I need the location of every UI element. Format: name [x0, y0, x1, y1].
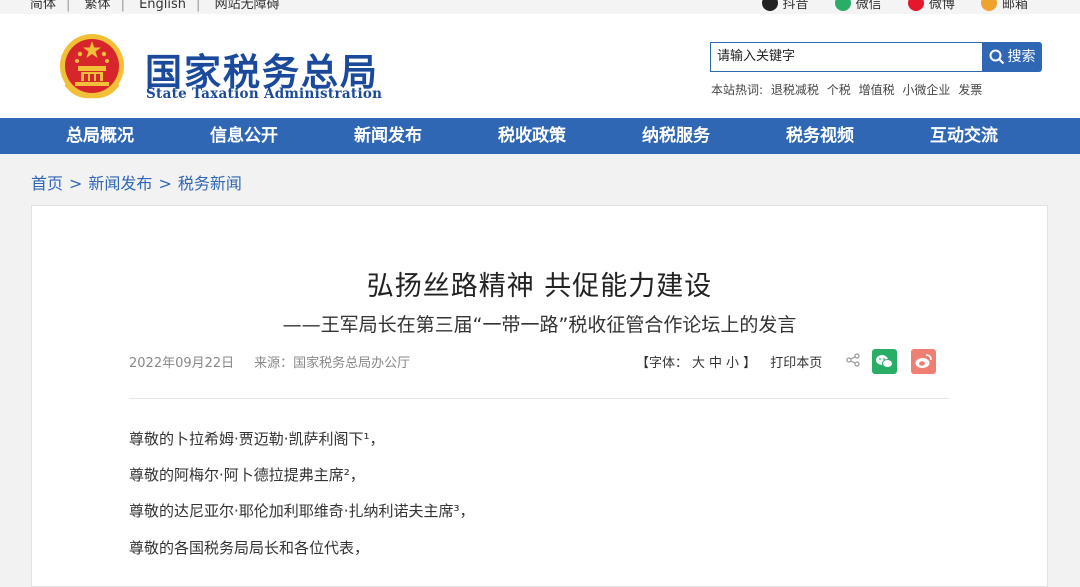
article-paragraph: 尊敬的阿梅尔·阿卜德拉提弗主席²，: [129, 466, 365, 484]
nav-item-interaction[interactable]: 互动交流: [930, 118, 998, 154]
breadcrumb-home[interactable]: 首页: [31, 174, 63, 193]
breadcrumb-news[interactable]: 新闻发布: [88, 174, 152, 193]
font-size-control: 【字体：大中小】: [634, 356, 758, 371]
link-simplified[interactable]: 简体: [30, 0, 56, 12]
nav-item-news[interactable]: 新闻发布: [354, 118, 422, 154]
nav-item-policy[interactable]: 税收政策: [498, 118, 566, 154]
font-size-label: 【字体：: [636, 356, 689, 371]
article-source: 来源：国家税务总局办公厅: [254, 356, 411, 371]
hot-words: 本站热词: 退税减税 个税 增值税 小微企业 发票: [711, 81, 986, 98]
article-divider: [129, 398, 949, 399]
hot-word[interactable]: 个税: [827, 83, 851, 97]
font-size-large[interactable]: 大: [692, 356, 705, 371]
article-paragraph: 尊敬的达尼亚尔·耶伦加利耶维奇·扎纳利诺夫主席³，: [129, 502, 475, 520]
link-traditional[interactable]: 繁体: [85, 0, 111, 12]
social-wechat[interactable]: 微信: [834, 0, 882, 12]
article-card: 弘扬丝路精神 共促能力建设 ——王军局长在第三届“一带一路”税收征管合作论坛上的…: [31, 205, 1048, 587]
national-emblem-icon[interactable]: [58, 32, 126, 100]
mail-icon: [980, 0, 997, 11]
article-tools: 【字体：大中小】 打印本页: [634, 352, 822, 371]
search-button-label: 搜索: [1007, 49, 1036, 65]
hot-word[interactable]: 发票: [958, 83, 982, 97]
social-weibo[interactable]: 微博: [907, 0, 955, 12]
hot-word[interactable]: 退税减税: [771, 83, 819, 97]
article-paragraph: 尊敬的各国税务局局长和各位代表，: [129, 539, 370, 557]
language-links: 简体 | 繁体 | English | 网站无障碍: [30, 0, 280, 12]
font-size-small[interactable]: 小: [726, 356, 739, 371]
main-nav: 总局概况 信息公开 新闻发布 税收政策 纳税服务 税务视频 互动交流: [0, 118, 1080, 154]
site-name-en[interactable]: State Taxation Administration: [146, 86, 382, 102]
douyin-icon: [761, 0, 778, 11]
search-input[interactable]: 请输入关键字: [710, 42, 987, 72]
social-links: 抖音 微信 微博 邮箱: [740, 0, 1028, 14]
hot-word[interactable]: 小微企业: [902, 83, 950, 97]
share-icon[interactable]: [846, 353, 860, 367]
weibo-share-icon[interactable]: [911, 349, 936, 374]
nav-item-video[interactable]: 税务视频: [786, 118, 854, 154]
article-paragraph: 尊敬的卜拉希姆·贾迈勒·凯萨利阁下¹，: [129, 430, 385, 448]
link-english[interactable]: English: [139, 0, 186, 12]
hot-word[interactable]: 增值税: [859, 83, 895, 97]
article-date: 2022年09月22日: [129, 356, 235, 371]
breadcrumb: 首页 > 新闻发布 > 税务新闻: [31, 174, 242, 193]
nav-item-info[interactable]: 信息公开: [210, 118, 278, 154]
social-mail[interactable]: 邮箱: [980, 0, 1028, 12]
search-button[interactable]: 搜索: [982, 42, 1042, 72]
print-link[interactable]: 打印本页: [770, 356, 822, 371]
link-accessibility[interactable]: 网站无障碍: [215, 0, 280, 12]
wechat-icon: [834, 0, 851, 11]
article-subtitle: ——王军局长在第三届“一带一路”税收征管合作论坛上的发言: [282, 314, 797, 336]
article-title: 弘扬丝路精神 共促能力建设: [366, 271, 713, 302]
search-bar: 请输入关键字 搜索: [710, 42, 1042, 72]
font-size-medium[interactable]: 中: [709, 356, 722, 371]
font-size-close: 】: [743, 356, 757, 371]
wechat-share-icon[interactable]: [872, 349, 897, 374]
top-utility-bar: 简体 | 繁体 | English | 网站无障碍 抖音 微信 微博 邮箱: [0, 0, 1080, 14]
nav-item-overview[interactable]: 总局概况: [66, 118, 134, 154]
site-header: 国家税务总局 State Taxation Administration 请输入…: [0, 14, 1080, 118]
social-douyin[interactable]: 抖音: [761, 0, 809, 12]
nav-item-service[interactable]: 纳税服务: [642, 118, 710, 154]
breadcrumb-tax-news[interactable]: 税务新闻: [178, 174, 242, 193]
search-icon: [989, 49, 1004, 65]
weibo-icon: [907, 0, 924, 11]
hot-words-label: 本站热词:: [711, 83, 764, 97]
article-meta: 2022年09月22日 来源：国家税务总局办公厅: [129, 352, 410, 371]
